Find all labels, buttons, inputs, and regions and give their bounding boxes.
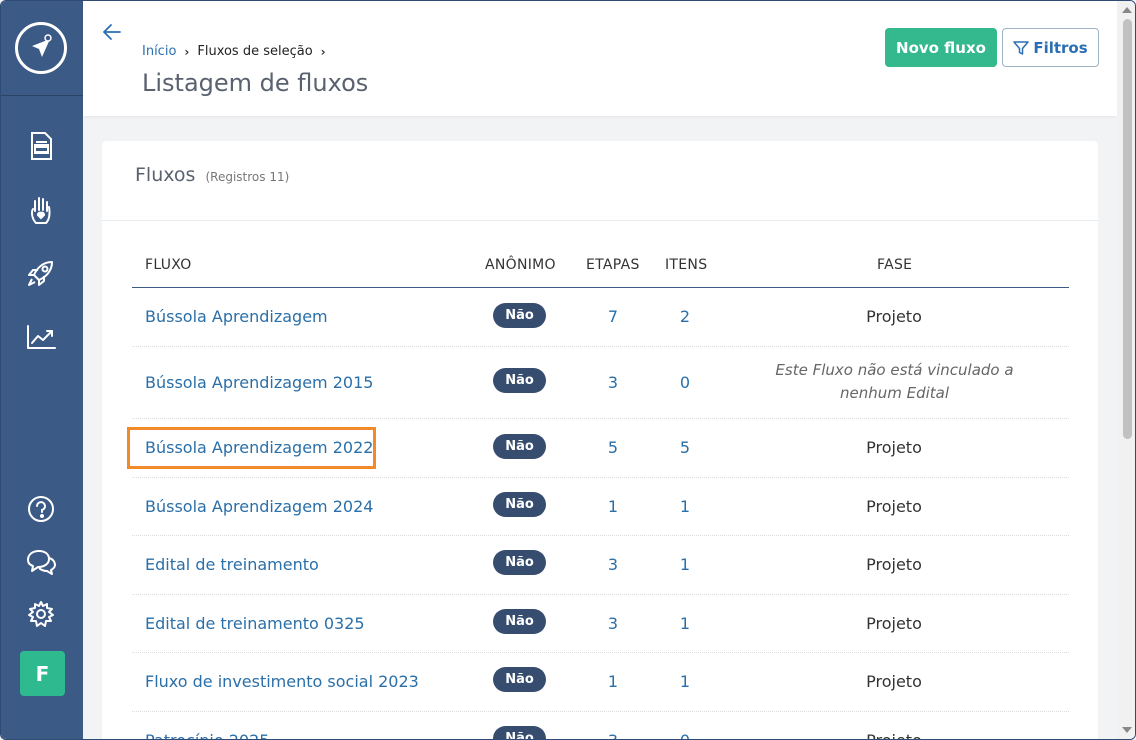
col-header-anonimo[interactable]: ANÔNIMO	[485, 257, 556, 273]
logo-icon[interactable]	[15, 22, 67, 74]
etapas-count[interactable]: 5	[598, 438, 628, 457]
flow-name-link[interactable]: Bússola Aprendizagem 2024	[145, 497, 373, 516]
table-row[interactable]: Edital de treinamento 0325 Não 3 1 Proje…	[132, 595, 1069, 653]
breadcrumb-current: Fluxos de seleção	[197, 44, 313, 59]
hand-heart-icon[interactable]	[25, 195, 57, 227]
new-flow-button[interactable]: Novo fluxo	[885, 28, 997, 67]
breadcrumb: Início › Fluxos de seleção ›	[142, 44, 326, 59]
itens-count[interactable]: 1	[670, 672, 700, 691]
itens-count[interactable]: 5	[670, 438, 700, 457]
scrollbar-thumb[interactable]	[1123, 19, 1132, 439]
fase-value: Este Fluxo não está vinculado a nenhum E…	[775, 361, 1014, 402]
table-header: FLUXO ANÔNIMO ETAPAS ITENS FASE	[132, 247, 1069, 288]
app-frame: F Início › Fluxos de seleção › Listagem …	[0, 0, 1136, 740]
fase-value: Projeto	[866, 555, 922, 574]
anon-badge: Não	[493, 492, 546, 517]
flow-name-link[interactable]: Fluxo de investimento social 2023	[145, 672, 419, 691]
anon-badge: Não	[493, 434, 546, 459]
table-row[interactable]: Bússola Aprendizagem 2015 Não 3 0 Este F…	[132, 347, 1069, 419]
table-row[interactable]: Patrocínio 2025 Não 3 0 Projeto	[132, 712, 1069, 739]
trending-chart-icon[interactable]	[25, 321, 57, 353]
anon-badge: Não	[493, 550, 546, 575]
col-header-itens[interactable]: ITENS	[665, 257, 707, 273]
avatar[interactable]: F	[20, 651, 65, 696]
etapas-count[interactable]: 7	[598, 307, 628, 326]
col-header-fase[interactable]: FASE	[877, 257, 912, 273]
etapas-count[interactable]: 3	[598, 373, 628, 392]
document-icon[interactable]	[25, 130, 57, 162]
filter-button[interactable]: Filtros	[1002, 28, 1099, 67]
card-header: Fluxos (Registros 11)	[102, 141, 1098, 221]
flow-name-link[interactable]: Bússola Aprendizagem	[145, 307, 328, 326]
etapas-count[interactable]: 1	[598, 672, 628, 691]
page-title: Listagem de fluxos	[142, 69, 369, 97]
sidebar: F	[1, 1, 83, 739]
table-row[interactable]: Fluxo de investimento social 2023 Não 1 …	[132, 653, 1069, 712]
fase-value: Projeto	[866, 672, 922, 691]
flows-table: FLUXO ANÔNIMO ETAPAS ITENS FASE Bússola …	[127, 247, 1069, 739]
table-row[interactable]: Bússola Aprendizagem 2024 Não 1 1 Projet…	[132, 478, 1069, 536]
itens-count[interactable]: 1	[670, 614, 700, 633]
card-title: Fluxos (Registros 11)	[135, 164, 289, 186]
table-row[interactable]: Edital de treinamento Não 3 1 Projeto	[132, 536, 1069, 595]
itens-count[interactable]: 0	[670, 373, 700, 392]
flow-name-link[interactable]: Edital de treinamento 0325	[145, 614, 365, 633]
table-row[interactable]: Bússola Aprendizagem Não 7 2 Projeto	[132, 288, 1069, 347]
flow-name-link[interactable]: Patrocínio 2025	[145, 731, 269, 739]
back-arrow-icon[interactable]	[101, 21, 123, 43]
gear-icon[interactable]	[25, 598, 57, 630]
anon-badge: Não	[493, 303, 546, 328]
chevron-right-icon: ›	[320, 44, 326, 59]
chevron-right-icon: ›	[184, 44, 190, 59]
col-header-fluxo[interactable]: FLUXO	[145, 257, 192, 273]
scroll-down-icon[interactable]	[1122, 727, 1132, 733]
fase-value: Projeto	[737, 731, 1051, 739]
etapas-count[interactable]: 3	[598, 731, 628, 739]
fase-value: Projeto	[866, 438, 922, 457]
anon-badge: Não	[493, 368, 546, 393]
anon-badge: Não	[493, 609, 546, 634]
itens-count[interactable]: 1	[670, 555, 700, 574]
help-icon[interactable]	[25, 493, 57, 525]
flow-name-link[interactable]: Edital de treinamento	[145, 555, 319, 574]
fase-value: Projeto	[866, 307, 922, 326]
itens-count[interactable]: 0	[670, 731, 700, 739]
scroll-up-icon[interactable]	[1122, 7, 1132, 13]
flows-card: Fluxos (Registros 11) FLUXO ANÔNIMO ETAP…	[102, 141, 1098, 739]
table-row[interactable]: Bússola Aprendizagem 2022 Não 5 5 Projet…	[127, 419, 1069, 478]
flow-name-link[interactable]: Bússola Aprendizagem 2022	[145, 438, 373, 457]
etapas-count[interactable]: 3	[598, 555, 628, 574]
rocket-icon[interactable]	[25, 257, 57, 289]
flow-name-link[interactable]: Bússola Aprendizagem 2015	[145, 373, 373, 392]
fase-value: Projeto	[866, 614, 922, 633]
etapas-count[interactable]: 1	[598, 497, 628, 516]
card-title-text: Fluxos	[135, 164, 196, 186]
fase-value: Projeto	[866, 497, 922, 516]
col-header-etapas[interactable]: ETAPAS	[586, 257, 640, 273]
chat-icon[interactable]	[25, 546, 57, 578]
sidebar-divider	[1, 95, 83, 96]
records-count: (Registros 11)	[205, 170, 290, 184]
page-header: Início › Fluxos de seleção › Listagem de…	[83, 1, 1117, 116]
itens-count[interactable]: 1	[670, 497, 700, 516]
etapas-count[interactable]: 3	[598, 614, 628, 633]
anon-badge: Não	[493, 667, 546, 692]
filter-button-label: Filtros	[1033, 38, 1088, 57]
filter-icon	[1013, 40, 1030, 55]
itens-count[interactable]: 2	[670, 307, 700, 326]
anon-badge: Não	[493, 726, 546, 739]
breadcrumb-home[interactable]: Início	[142, 44, 176, 59]
